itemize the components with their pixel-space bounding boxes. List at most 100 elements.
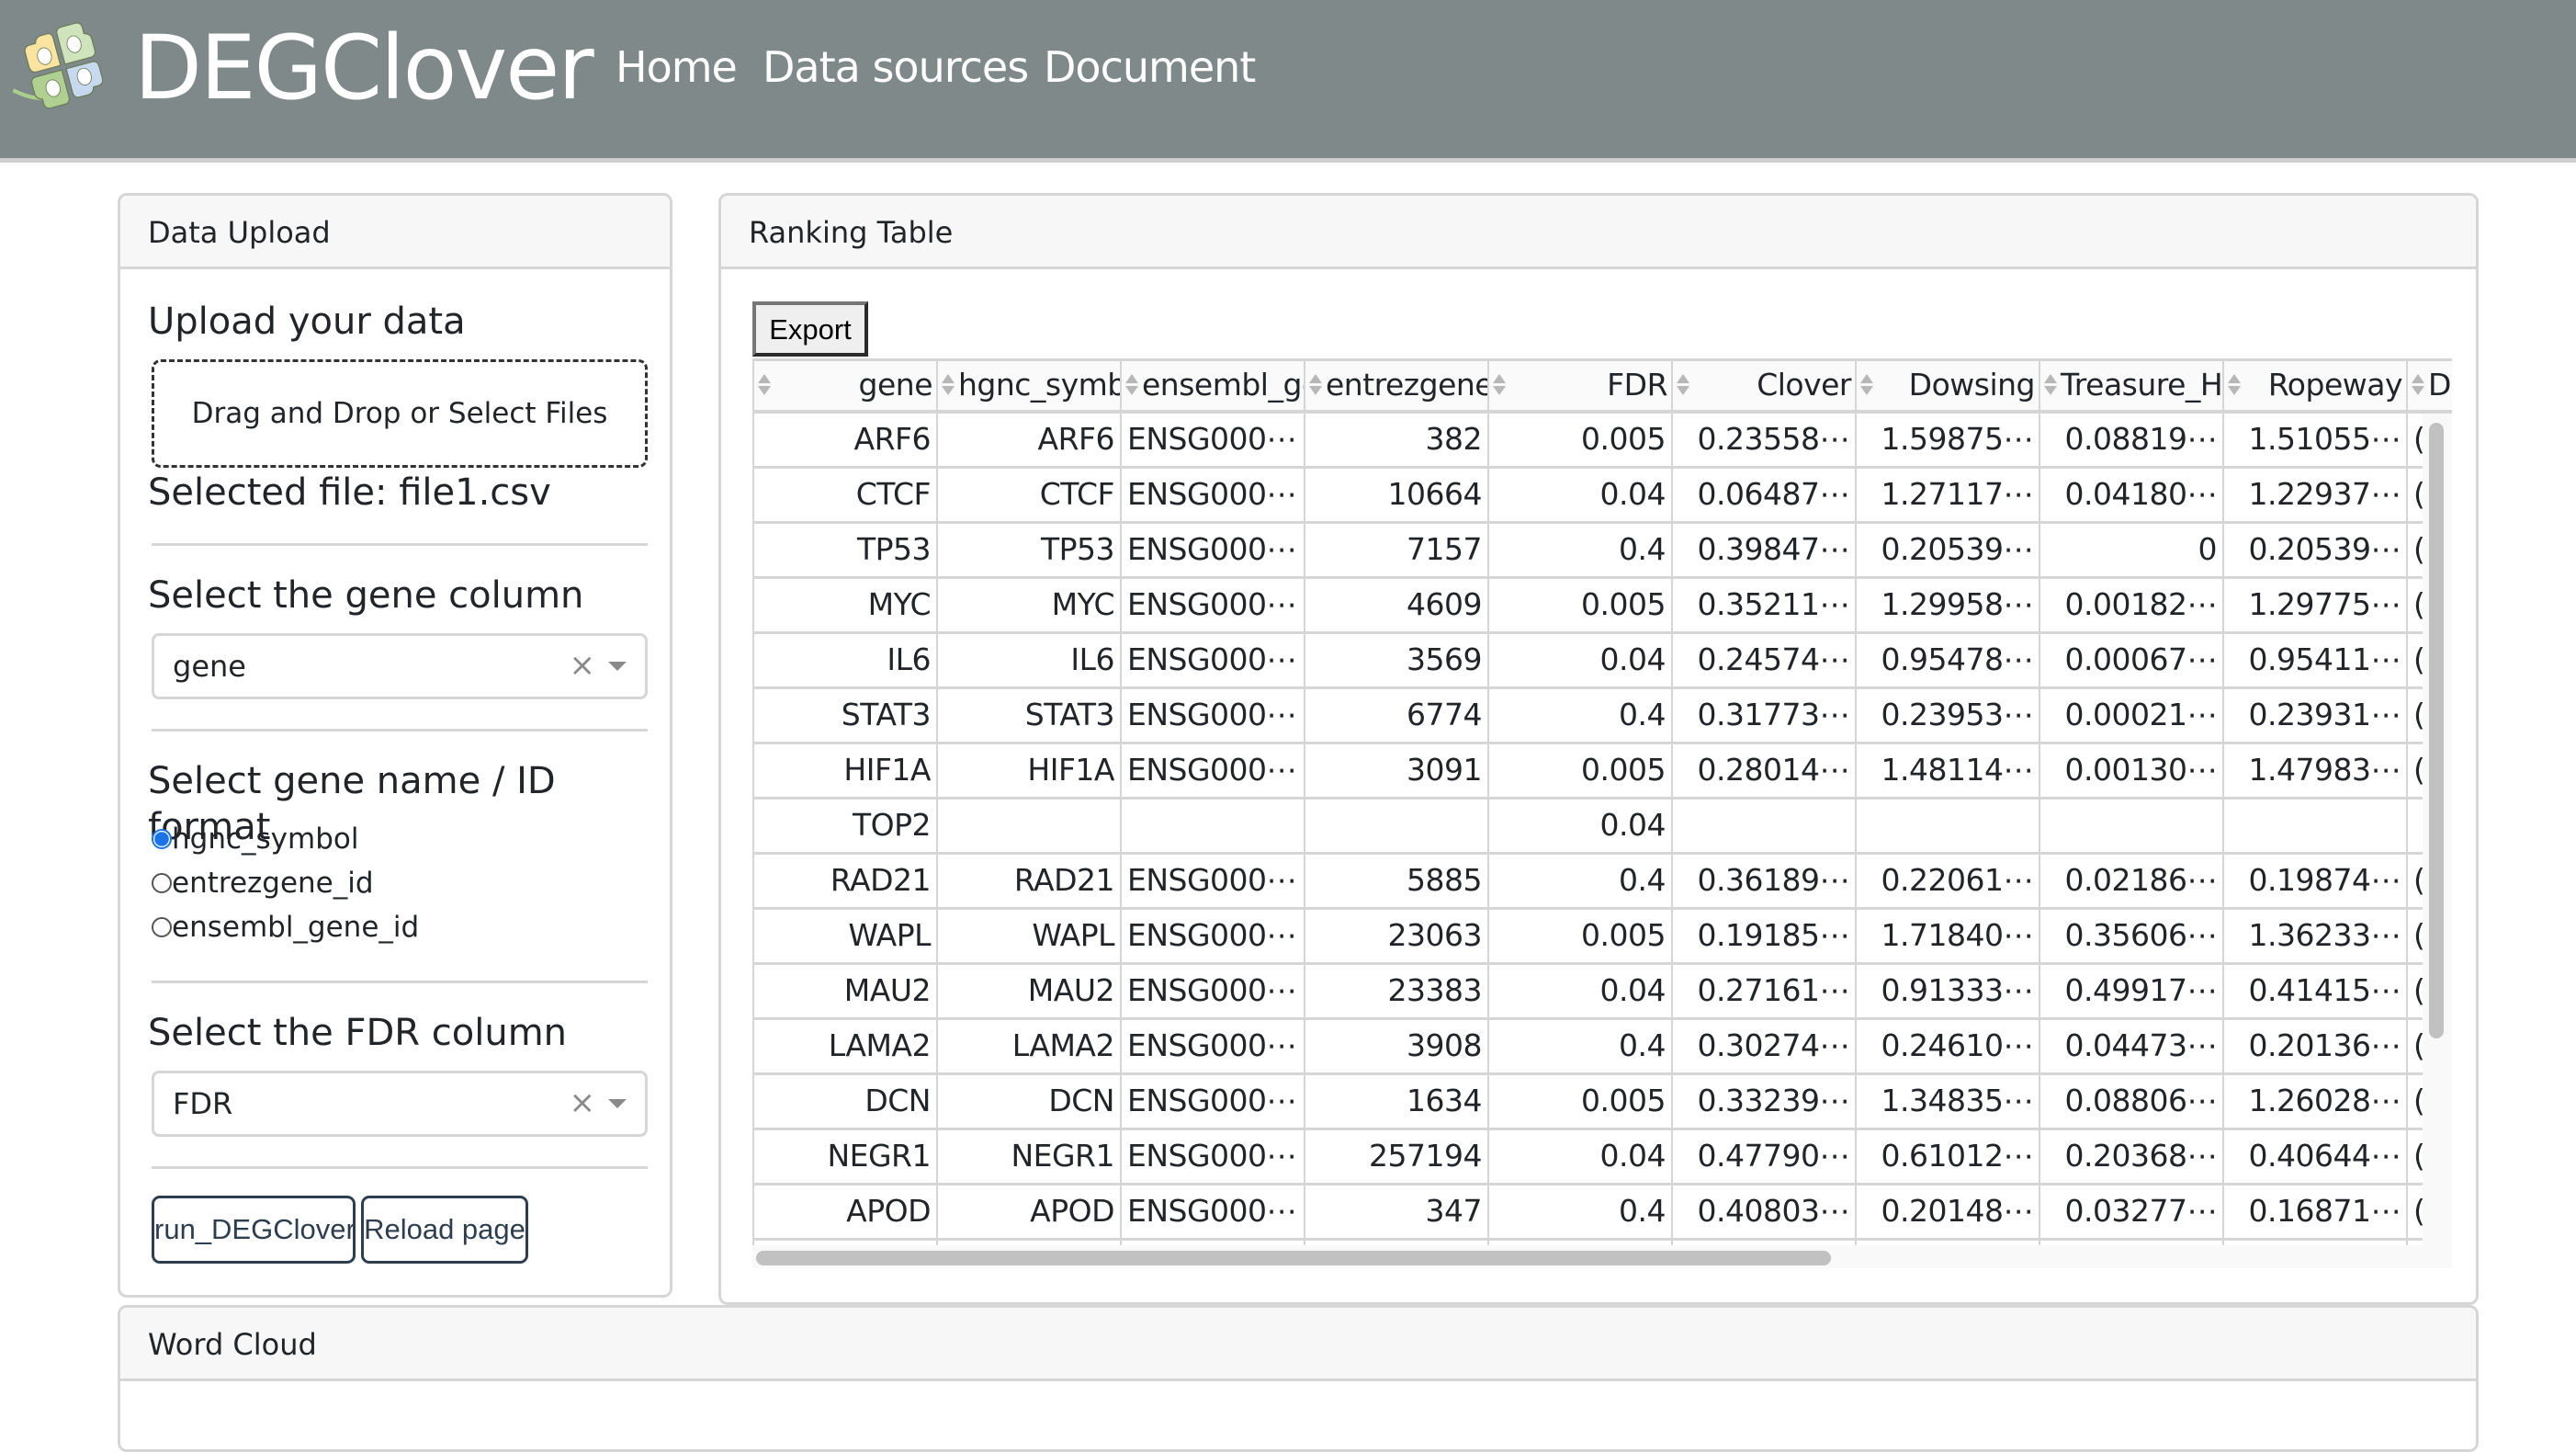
table-cell[interactable]: 0.02186⋯ <box>2039 855 2222 907</box>
table-cell[interactable]: MAU2 <box>936 965 1120 1017</box>
table-cell[interactable]: 1.27117⋯ <box>1855 469 2039 521</box>
table-row[interactable]: MYC MYC ENSG000⋯ 4609 0.005 0.35211⋯ 1.29958⋯ 0… <box>752 579 2452 634</box>
table-row[interactable]: APOD APOD ENSG000⋯ 347 0.4 0.40803⋯ 0.20148⋯ 0.… <box>752 1185 2452 1241</box>
table-cell[interactable]: 0.005 <box>1487 414 1671 466</box>
table-cell[interactable]: 0.08819⋯ <box>2039 414 2222 466</box>
table-row[interactable]: DCN DCN ENSG000⋯ 1634 0.005 0.33239⋯ 1.34835⋯ 0… <box>752 1075 2452 1130</box>
table-cell[interactable]: ENSG000⋯ <box>1120 469 1304 521</box>
table-cell[interactable]: 0.04 <box>1487 469 1671 521</box>
table-cell[interactable] <box>1304 800 1487 852</box>
table-cell[interactable]: 0.20539⋯ <box>1855 524 2039 576</box>
table-cell[interactable]: 347 <box>1304 1185 1487 1238</box>
table-cell[interactable]: CTCF <box>936 469 1120 521</box>
table-row[interactable]: CTCF CTCF ENSG000⋯ 10664 0.04 0.06487⋯ 1.27117… <box>752 469 2452 524</box>
table-cell[interactable]: 1.26028⋯ <box>2222 1075 2406 1128</box>
table-cell[interactable]: STAT3 <box>752 689 936 742</box>
fdr-column-select[interactable]: FDR × <box>152 1071 648 1137</box>
table-cell[interactable]: 0.04 <box>1487 965 1671 1017</box>
table-cell[interactable]: RAD21 <box>752 855 936 907</box>
table-cell[interactable]: 0.03277⋯ <box>2039 1185 2222 1238</box>
table-cell[interactable]: 23383 <box>1304 965 1487 1017</box>
sort-icon[interactable] <box>1493 374 1506 398</box>
table-cell[interactable]: ENSG000⋯ <box>1120 1185 1304 1238</box>
table-cell[interactable]: 0 <box>2039 524 2222 576</box>
table-cell[interactable]: ENSG000⋯ <box>1120 1075 1304 1128</box>
sort-icon[interactable] <box>1860 374 1873 398</box>
table-cell[interactable]: 0.00021⋯ <box>2039 689 2222 742</box>
table-cell[interactable]: HIF1A <box>752 744 936 797</box>
table-cell[interactable]: 10664 <box>1304 469 1487 521</box>
table-cell[interactable]: LAMA2 <box>752 1020 936 1072</box>
table-cell[interactable]: 0.005 <box>1487 579 1671 631</box>
sort-icon[interactable] <box>758 374 771 398</box>
table-cell[interactable]: ENSG000⋯ <box>1120 689 1304 742</box>
table-cell[interactable]: 0.19185⋯ <box>1671 910 1855 962</box>
column-header[interactable]: Ropeway <box>2222 361 2406 413</box>
clear-icon[interactable]: × <box>570 1073 596 1132</box>
table-cell[interactable]: 0.33239⋯ <box>1671 1075 1855 1128</box>
radio-unchecked-icon[interactable] <box>152 916 172 937</box>
table-cell[interactable]: 0.16871⋯ <box>2222 1185 2406 1238</box>
table-cell[interactable]: ENSG000⋯ <box>1120 744 1304 797</box>
table-row[interactable]: TOP2 0.04 <box>752 800 2452 855</box>
table-cell[interactable] <box>2039 800 2222 852</box>
gene-column-select[interactable]: gene × <box>152 633 648 699</box>
table-cell[interactable] <box>1855 800 2039 852</box>
table-cell[interactable]: APOD <box>936 1185 1120 1238</box>
table-cell[interactable]: 0.4 <box>1487 1020 1671 1072</box>
table-cell[interactable]: 23063 <box>1304 910 1487 962</box>
nav-link-document[interactable]: Document <box>1044 35 1256 99</box>
table-cell[interactable]: 1634 <box>1304 1075 1487 1128</box>
table-cell[interactable]: 1.71840⋯ <box>1855 910 2039 962</box>
table-cell[interactable]: ARF6 <box>936 414 1120 466</box>
table-cell[interactable]: 1.59875⋯ <box>1855 414 2039 466</box>
table-cell[interactable]: 1.22937⋯ <box>2222 469 2406 521</box>
table-cell[interactable]: 0.35606⋯ <box>2039 910 2222 962</box>
table-cell[interactable]: 0.41415⋯ <box>2222 965 2406 1017</box>
table-cell[interactable]: 0.27161⋯ <box>1671 965 1855 1017</box>
table-cell[interactable]: 0.39847⋯ <box>1671 524 1855 576</box>
table-cell[interactable]: 0.23558⋯ <box>1671 414 1855 466</box>
table-cell[interactable]: NEGR1 <box>936 1130 1120 1183</box>
table-cell[interactable]: 3091 <box>1304 744 1487 797</box>
chevron-down-icon[interactable] <box>608 1099 627 1108</box>
table-cell[interactable]: TOP2 <box>752 800 936 852</box>
table-cell[interactable]: APOD <box>752 1185 936 1238</box>
table-cell[interactable]: 0.08806⋯ <box>2039 1075 2222 1128</box>
table-row[interactable]: IL6 IL6 ENSG000⋯ 3569 0.04 0.24574⋯ 0.95478⋯ 0.… <box>752 634 2452 689</box>
table-cell[interactable]: 0.005 <box>1487 1075 1671 1128</box>
table-cell[interactable]: 0.4 <box>1487 855 1671 907</box>
nav-link-home[interactable]: Home <box>616 35 738 99</box>
table-cell[interactable]: MYC <box>752 579 936 631</box>
table-cell[interactable]: ENSG000⋯ <box>1120 1130 1304 1183</box>
table-cell[interactable]: 0.30274⋯ <box>1671 1020 1855 1072</box>
column-header[interactable]: FDR <box>1487 361 1671 413</box>
table-cell[interactable]: 6774 <box>1304 689 1487 742</box>
table-cell[interactable]: 0.20136⋯ <box>2222 1020 2406 1072</box>
table-cell[interactable]: ENSG000⋯ <box>1120 1020 1304 1072</box>
table-row[interactable]: NEGR1 NEGR1 ENSG000⋯ 257194 0.04 0.47790⋯ 0.61… <box>752 1130 2452 1185</box>
table-cell[interactable]: TP53 <box>936 524 1120 576</box>
table-cell[interactable]: 0.20368⋯ <box>2039 1130 2222 1183</box>
table-cell[interactable]: 0.28014⋯ <box>1671 744 1855 797</box>
export-button[interactable]: Export <box>752 301 868 357</box>
table-cell[interactable]: CTCF <box>752 469 936 521</box>
table-cell[interactable] <box>2222 800 2406 852</box>
sort-icon[interactable] <box>2044 374 2057 398</box>
table-cell[interactable]: 0.22061⋯ <box>1855 855 2039 907</box>
table-cell[interactable]: 0.24610⋯ <box>1855 1020 2039 1072</box>
sort-icon[interactable] <box>942 374 955 398</box>
table-cell[interactable]: TP53 <box>752 524 936 576</box>
table-cell[interactable]: 3569 <box>1304 634 1487 686</box>
table-cell[interactable]: 0.91333⋯ <box>1855 965 2039 1017</box>
table-cell[interactable]: 0.35211⋯ <box>1671 579 1855 631</box>
brand-title[interactable]: DEGClover <box>134 13 594 123</box>
table-cell[interactable]: IL6 <box>936 634 1120 686</box>
table-cell[interactable]: 0.23953⋯ <box>1855 689 2039 742</box>
table-cell[interactable]: ENSG000⋯ <box>1120 910 1304 962</box>
table-cell[interactable]: ENSG000⋯ <box>1120 414 1304 466</box>
table-cell[interactable]: 0.4 <box>1487 689 1671 742</box>
sort-icon[interactable] <box>2228 374 2241 398</box>
column-header[interactable]: D <box>2406 361 2452 413</box>
table-cell[interactable]: 382 <box>1304 414 1487 466</box>
